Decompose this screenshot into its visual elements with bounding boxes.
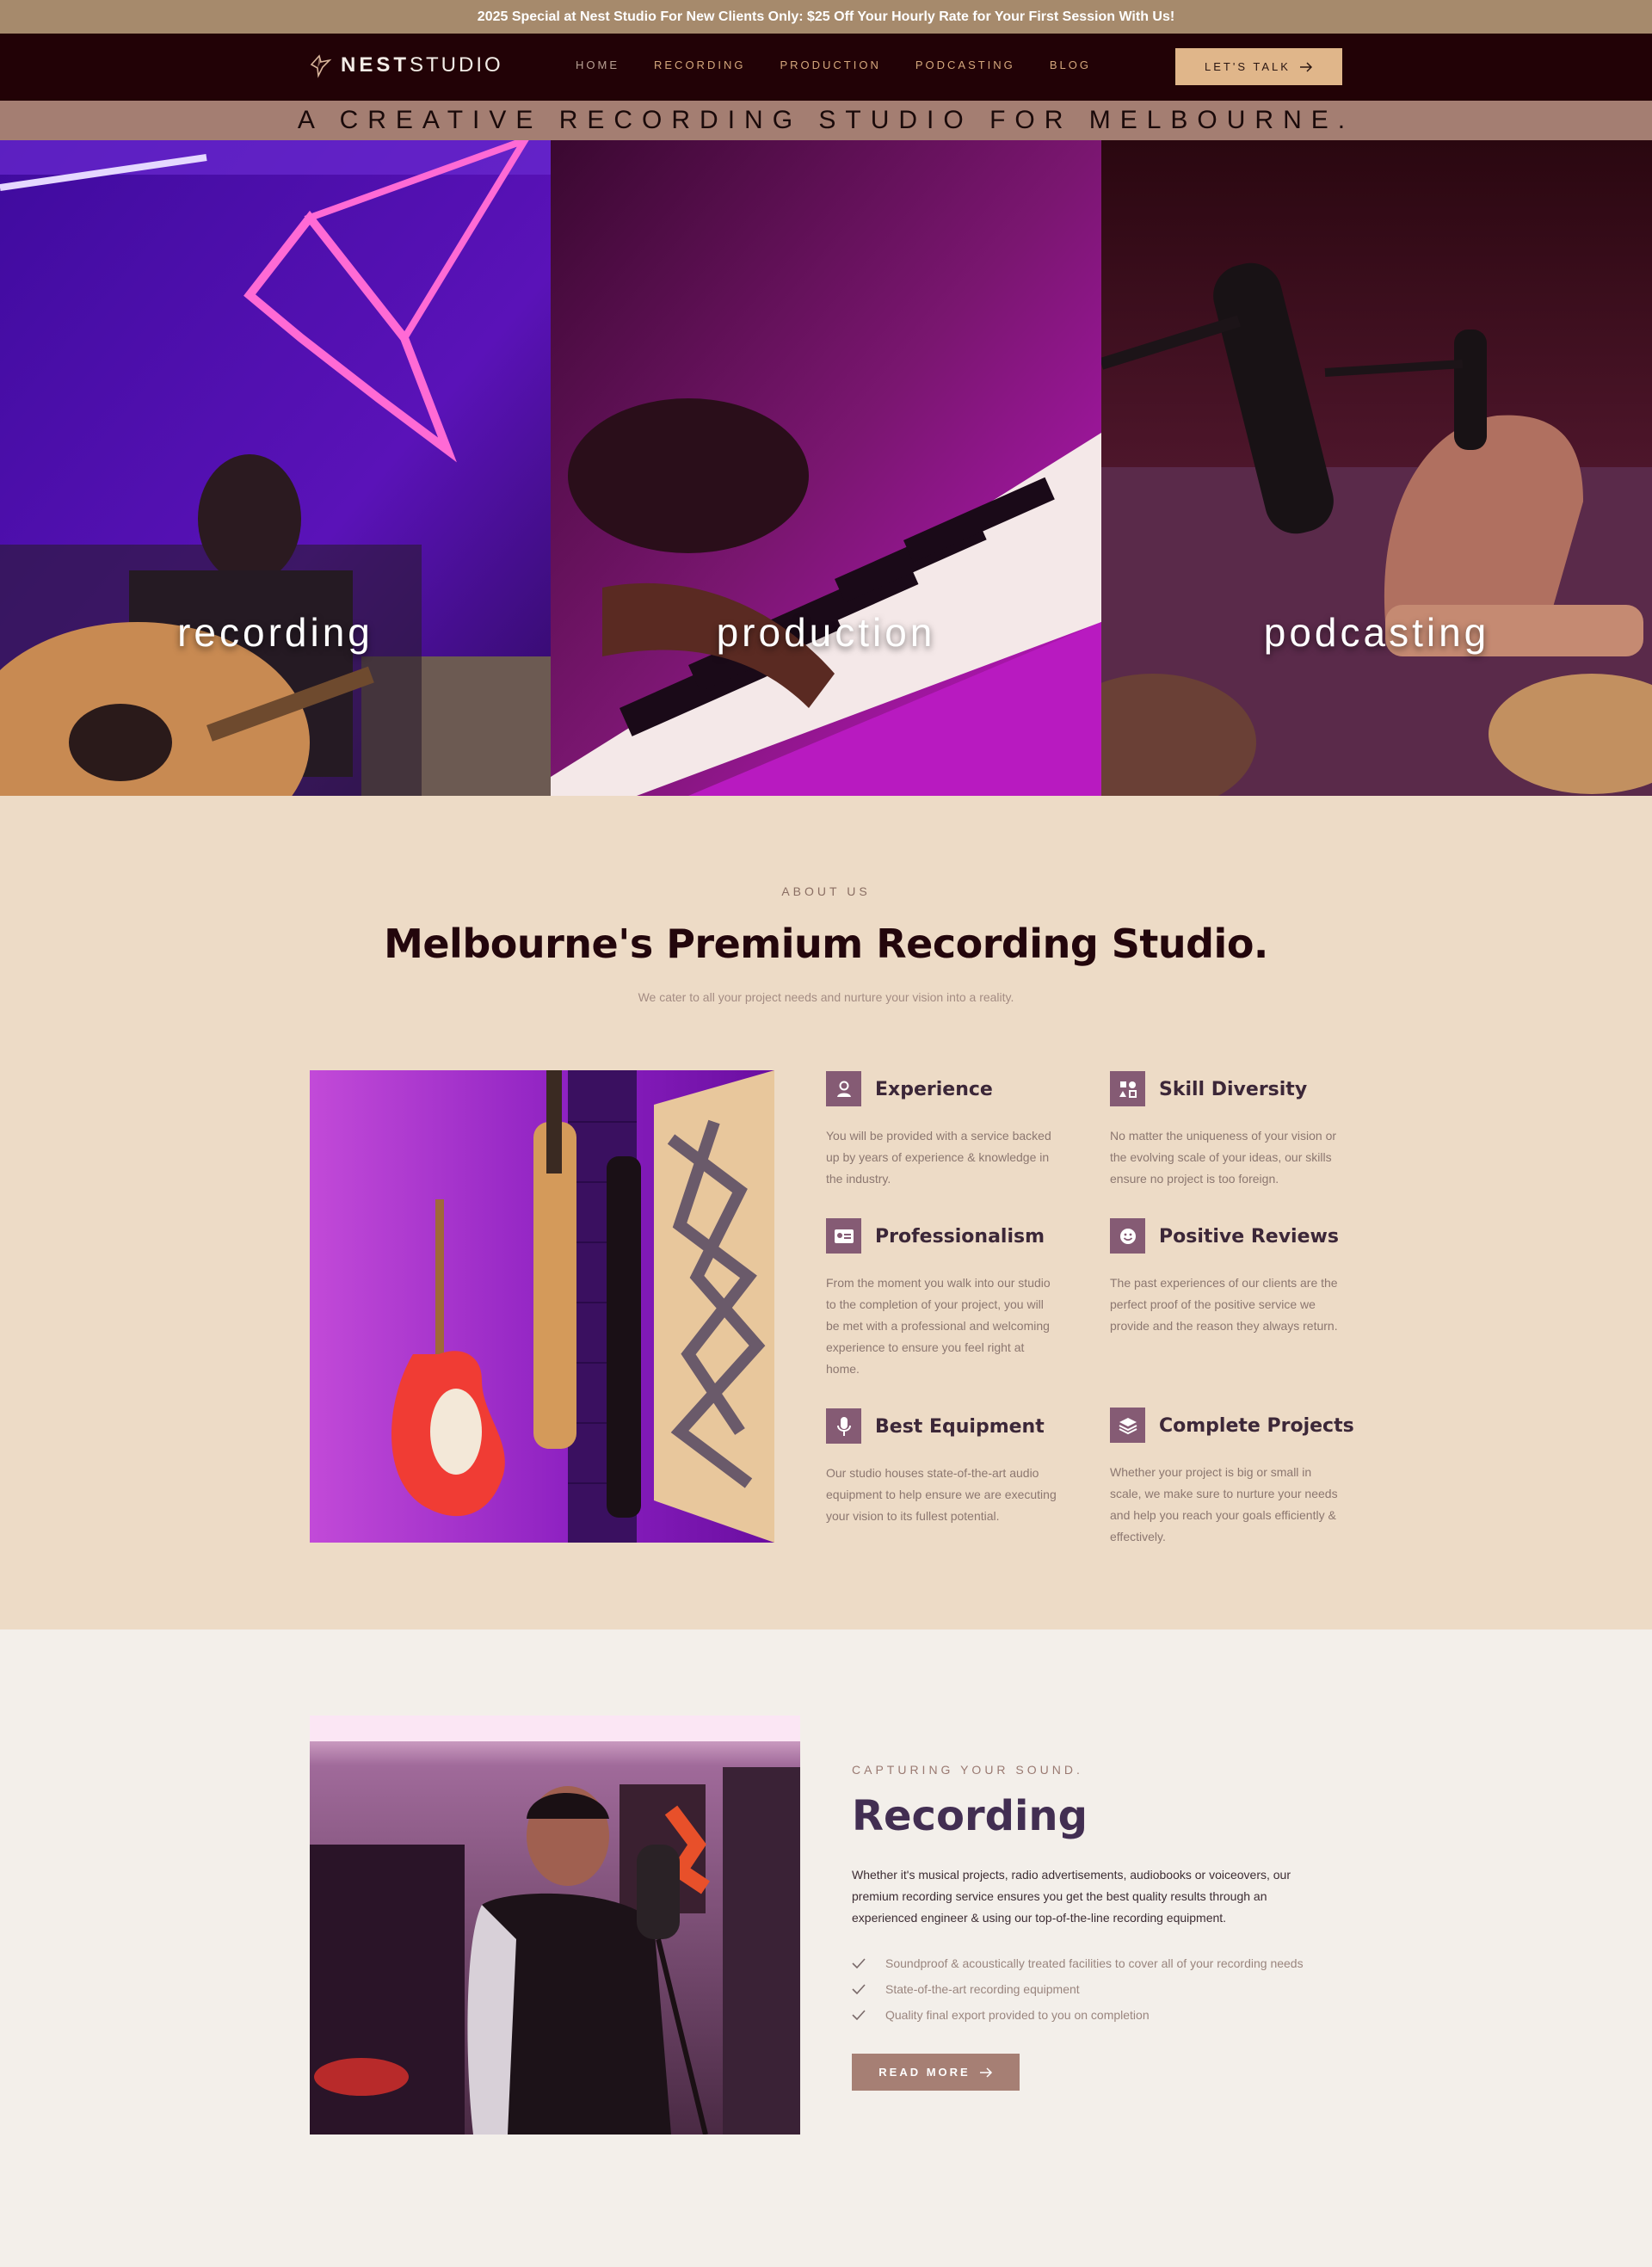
site-header: NEST STUDIO HOME RECORDING PRODUCTION PO… [0,34,1652,101]
list-item-text: State-of-the-art recording equipment [885,1982,1080,1996]
feature-text: You will be provided with a service back… [826,1129,1051,1186]
about-section: ABOUT US Melbourne's Premium Recording S… [0,796,1652,1629]
recording-title: Recording [852,1792,1088,1840]
guitarist-photo [0,140,551,796]
feature-text: Whether your project is big or small in … [1110,1465,1338,1543]
feature-text: Our studio houses state-of-the-art audio… [826,1466,1057,1523]
lets-talk-button[interactable]: LET'S TALK [1175,48,1342,85]
hero-panels: recording production podcasting [0,140,1652,796]
logo-text-bold: NEST [341,53,410,77]
tagline-text: A CREATIVE RECORDING STUDIO FOR MELBOURN… [297,106,1355,134]
person-icon [826,1071,861,1106]
check-icon [852,1958,867,1968]
feature-text: The past experiences of our clients are … [1110,1276,1338,1333]
guitar-wall-photo [310,1070,774,1543]
microphone-icon [826,1408,861,1444]
id-card-icon [826,1218,861,1254]
about-eyebrow: ABOUT US [781,884,871,898]
read-more-button[interactable]: READ MORE [852,2054,1020,2091]
feature-title: Professionalism [875,1226,1045,1247]
list-item: State-of-the-art recording equipment [852,1976,1304,2002]
arrow-right-icon [979,2067,992,2078]
feature-title: Experience [875,1079,993,1100]
list-item: Soundproof & acoustically treated facili… [852,1950,1304,1976]
tagline-strip: A CREATIVE RECORDING STUDIO FOR MELBOURN… [0,101,1652,140]
recording-section: CAPTURING YOUR SOUND. Recording Whether … [0,1629,1652,2267]
promo-text: 2025 Special at Nest Studio For New Clie… [477,9,1175,24]
bird-logo-icon [310,54,332,78]
main-nav: HOME RECORDING PRODUCTION PODCASTING BLO… [576,59,1125,71]
hero-panel-podcasting[interactable]: podcasting [1101,140,1652,796]
read-more-label: READ MORE [878,2066,971,2079]
recording-body: Whether it's musical projects, radio adv… [852,1868,1291,1925]
check-icon [852,1984,867,1994]
list-item-text: Quality final export provided to you on … [885,2008,1150,2022]
feature-title: Complete Projects [1159,1415,1354,1437]
piano-photo [551,140,1101,796]
hero-label-recording: recording [177,610,373,655]
nav-podcasting[interactable]: PODCASTING [915,59,1015,71]
layers-icon [1110,1408,1145,1443]
list-item-text: Soundproof & acoustically treated facili… [885,1956,1304,1970]
list-item: Quality final export provided to you on … [852,2002,1304,2028]
shapes-icon [1110,1071,1145,1106]
nav-home[interactable]: HOME [576,59,620,71]
nav-recording[interactable]: RECORDING [654,59,745,71]
about-subtitle: We cater to all your project needs and n… [638,990,1014,1004]
feature-title: Best Equipment [875,1416,1045,1438]
promo-bar: 2025 Special at Nest Studio For New Clie… [0,0,1652,34]
nav-production[interactable]: PRODUCTION [780,59,880,71]
podcast-microphone-photo [1101,140,1652,796]
logo-text-light: STUDIO [410,53,503,77]
hero-panel-recording[interactable]: recording [0,140,551,796]
feature-text: No matter the uniqueness of your vision … [1110,1129,1337,1186]
check-icon [852,2010,867,2020]
feature-text: From the moment you walk into our studio… [826,1276,1051,1376]
vocalist-photo [310,1716,800,2135]
hero-label-production: production [716,610,936,655]
recording-feature-list: Soundproof & acoustically treated facili… [852,1950,1304,2028]
nav-blog[interactable]: BLOG [1050,59,1091,71]
arrow-right-icon [1299,61,1313,72]
about-title: Melbourne's Premium Recording Studio. [384,921,1268,967]
logo[interactable]: NEST STUDIO [308,52,503,78]
lets-talk-label: LET'S TALK [1205,60,1291,73]
recording-eyebrow: CAPTURING YOUR SOUND. [852,1763,1083,1777]
hero-panel-production[interactable]: production [551,140,1101,796]
hero-label-podcasting: podcasting [1263,610,1490,655]
smile-icon [1110,1218,1145,1254]
feature-title: Skill Diversity [1159,1079,1308,1100]
feature-title: Positive Reviews [1159,1226,1339,1247]
